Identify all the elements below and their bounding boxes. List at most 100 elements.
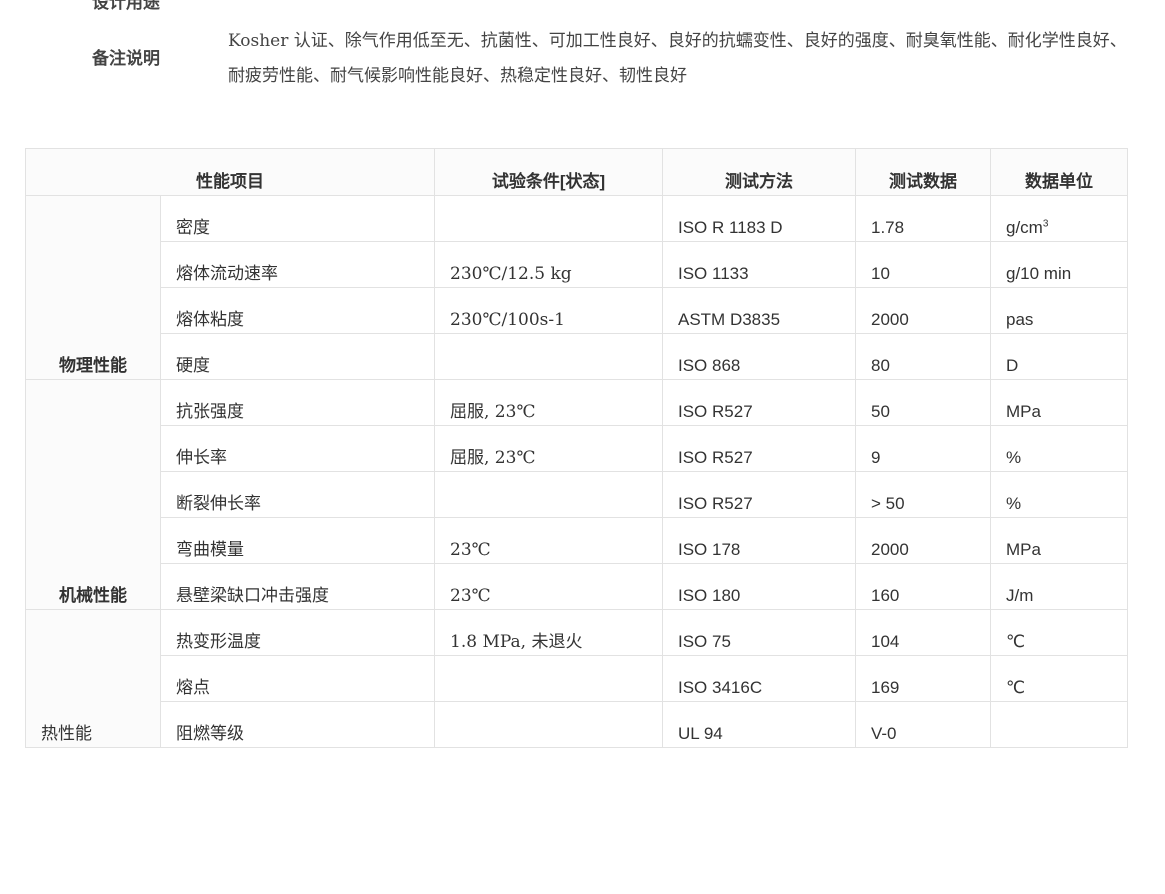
test-value-text: > 50	[871, 494, 905, 513]
test-condition: 23℃	[434, 563, 663, 610]
value-unit-text: MPa	[1006, 540, 1041, 559]
test-value-text: 2000	[871, 310, 909, 329]
test-value-text: 80	[871, 356, 890, 375]
value-unit-text: D	[1006, 356, 1019, 375]
value-unit-text: g/cm	[1006, 218, 1043, 237]
test-method: ISO 1133	[662, 241, 856, 288]
property-name-text: 弯曲模量	[176, 540, 244, 560]
test-method: ISO R527	[662, 425, 856, 472]
group-name: 物理性能	[25, 195, 161, 380]
property-name: 抗张强度	[160, 379, 435, 426]
test-method-text: ISO 868	[678, 356, 741, 375]
property-name-text: 熔体粘度	[176, 310, 244, 330]
value-unit-text: %	[1006, 494, 1022, 513]
test-condition: 230℃/12.5 kg	[434, 241, 663, 288]
test-method: ASTM D3835	[662, 287, 856, 334]
property-name-text: 熔点	[176, 678, 210, 698]
note-text: Kosher 认证、除气作用低至无、抗菌性、可加工性良好、良好的抗蠕变性、良好的…	[228, 31, 1127, 86]
test-value: 9	[855, 425, 991, 472]
group-name: 机械性能	[25, 379, 161, 610]
value-unit	[990, 701, 1128, 748]
header-method: 测试方法	[662, 148, 856, 196]
value-unit: %	[990, 425, 1128, 472]
header-unit: 数据单位	[990, 148, 1128, 196]
test-value: 80	[855, 333, 991, 380]
test-condition-text: 屈服, 23℃	[450, 402, 536, 422]
test-method-text: ISO R527	[678, 448, 753, 467]
value-unit: ℃	[990, 655, 1128, 702]
property-name: 悬壁梁缺口冲击强度	[160, 563, 435, 610]
value-unit-text: J/m	[1006, 586, 1034, 605]
test-method: ISO 180	[662, 563, 856, 610]
test-value-text: 104	[871, 632, 900, 651]
test-value-text: 10	[871, 264, 890, 283]
property-name: 密度	[160, 195, 435, 242]
test-condition: 230℃/100s-1	[434, 287, 663, 334]
property-name-text: 硬度	[176, 356, 210, 376]
test-method: ISO R 1183 D	[662, 195, 856, 242]
value-unit-text: %	[1006, 448, 1022, 467]
value-unit-text: ℃	[1006, 678, 1026, 697]
test-value: 104	[855, 609, 991, 656]
note-label: 备注说明	[92, 49, 160, 68]
property-name-text: 热变形温度	[176, 632, 261, 652]
value-unit-text: g/10 min	[1006, 264, 1072, 283]
test-method-text: ISO 75	[678, 632, 731, 651]
test-value: 1.78	[855, 195, 991, 242]
usage-label: 设计用途	[92, 0, 160, 12]
test-value: > 50	[855, 471, 991, 518]
value-unit-text: MPa	[1006, 402, 1041, 421]
property-name-text: 阻燃等级	[176, 724, 244, 744]
test-value-text: 50	[871, 402, 890, 421]
value-unit: pas	[990, 287, 1128, 334]
test-condition: 屈服, 23℃	[434, 379, 663, 426]
test-value: 160	[855, 563, 991, 610]
value-unit: J/m	[990, 563, 1128, 610]
test-method-text: ISO 1133	[678, 264, 749, 283]
value-unit: %	[990, 471, 1128, 518]
test-condition-text: 23℃	[450, 586, 491, 606]
table-row: 阻燃等级 UL 94 V-0	[26, 701, 1128, 748]
test-method-text: ISO R527	[678, 402, 753, 421]
table-header-row: 性能项目 试验条件[状态] 测试方法 测试数据 数据单位	[25, 148, 1128, 196]
test-method-text: ISO 178	[678, 540, 741, 559]
test-condition: 屈服, 23℃	[434, 425, 663, 472]
test-value-text: 2000	[871, 540, 909, 559]
property-name: 阻燃等级	[160, 701, 435, 748]
properties-table: 性能项目 试验条件[状态] 测试方法 测试数据 数据单位 物理性能 密度 ISO R…	[25, 148, 1128, 748]
property-name: 弯曲模量	[160, 517, 435, 564]
test-method: ISO R527	[662, 379, 856, 426]
property-name-text: 悬壁梁缺口冲击强度	[176, 586, 329, 606]
property-name: 热变形温度	[160, 609, 435, 656]
test-method-text: ASTM D3835	[678, 310, 781, 329]
test-condition: 1.8 MPa, 未退火	[434, 609, 663, 656]
test-value: 2000	[855, 287, 991, 334]
test-condition	[434, 655, 663, 702]
table-row: 硬度 ISO 868 80 D	[26, 333, 1128, 380]
test-condition	[434, 333, 663, 380]
header-property: 性能项目	[25, 148, 435, 196]
property-name-text: 抗张强度	[176, 402, 244, 422]
test-method-text: ISO 3416C	[678, 678, 763, 697]
table-row: 热性能 热变形温度 1.8 MPa, 未退火 ISO 75 104 ℃	[25, 609, 1128, 748]
test-value-text: 1.78	[871, 218, 905, 237]
header-condition: 试验条件[状态]	[434, 148, 663, 196]
test-condition: 23℃	[434, 517, 663, 564]
table-row: 机械性能 抗张强度 屈服, 23℃ ISO R527 50 MPa	[25, 379, 1128, 610]
table-row: 弯曲模量 23℃ ISO 178 2000 MPa	[26, 517, 1128, 564]
table-row: 伸长率 屈服, 23℃ ISO R527 9%	[26, 425, 1128, 472]
property-name: 断裂伸长率	[160, 471, 435, 518]
table-row: 熔体粘度 230℃/100s-1 ASTM D3835 2000 pas	[26, 287, 1128, 334]
unit-superscript: 3	[1042, 218, 1049, 230]
test-condition	[434, 471, 663, 518]
table-row: 熔体流动速率 230℃/12.5 kg ISO 1133 10 g/10 min	[26, 241, 1128, 288]
test-value-text: 160	[871, 586, 900, 605]
test-value: 2000	[855, 517, 991, 564]
test-method: ISO 3416C	[662, 655, 856, 702]
test-value-text: 9	[871, 448, 881, 467]
value-unit: MPa	[990, 379, 1128, 426]
property-name-text: 断裂伸长率	[176, 494, 261, 514]
table-row: 熔点 ISO 3416C 169 ℃	[26, 655, 1128, 702]
test-condition	[434, 195, 663, 242]
test-method: UL 94	[662, 701, 856, 748]
